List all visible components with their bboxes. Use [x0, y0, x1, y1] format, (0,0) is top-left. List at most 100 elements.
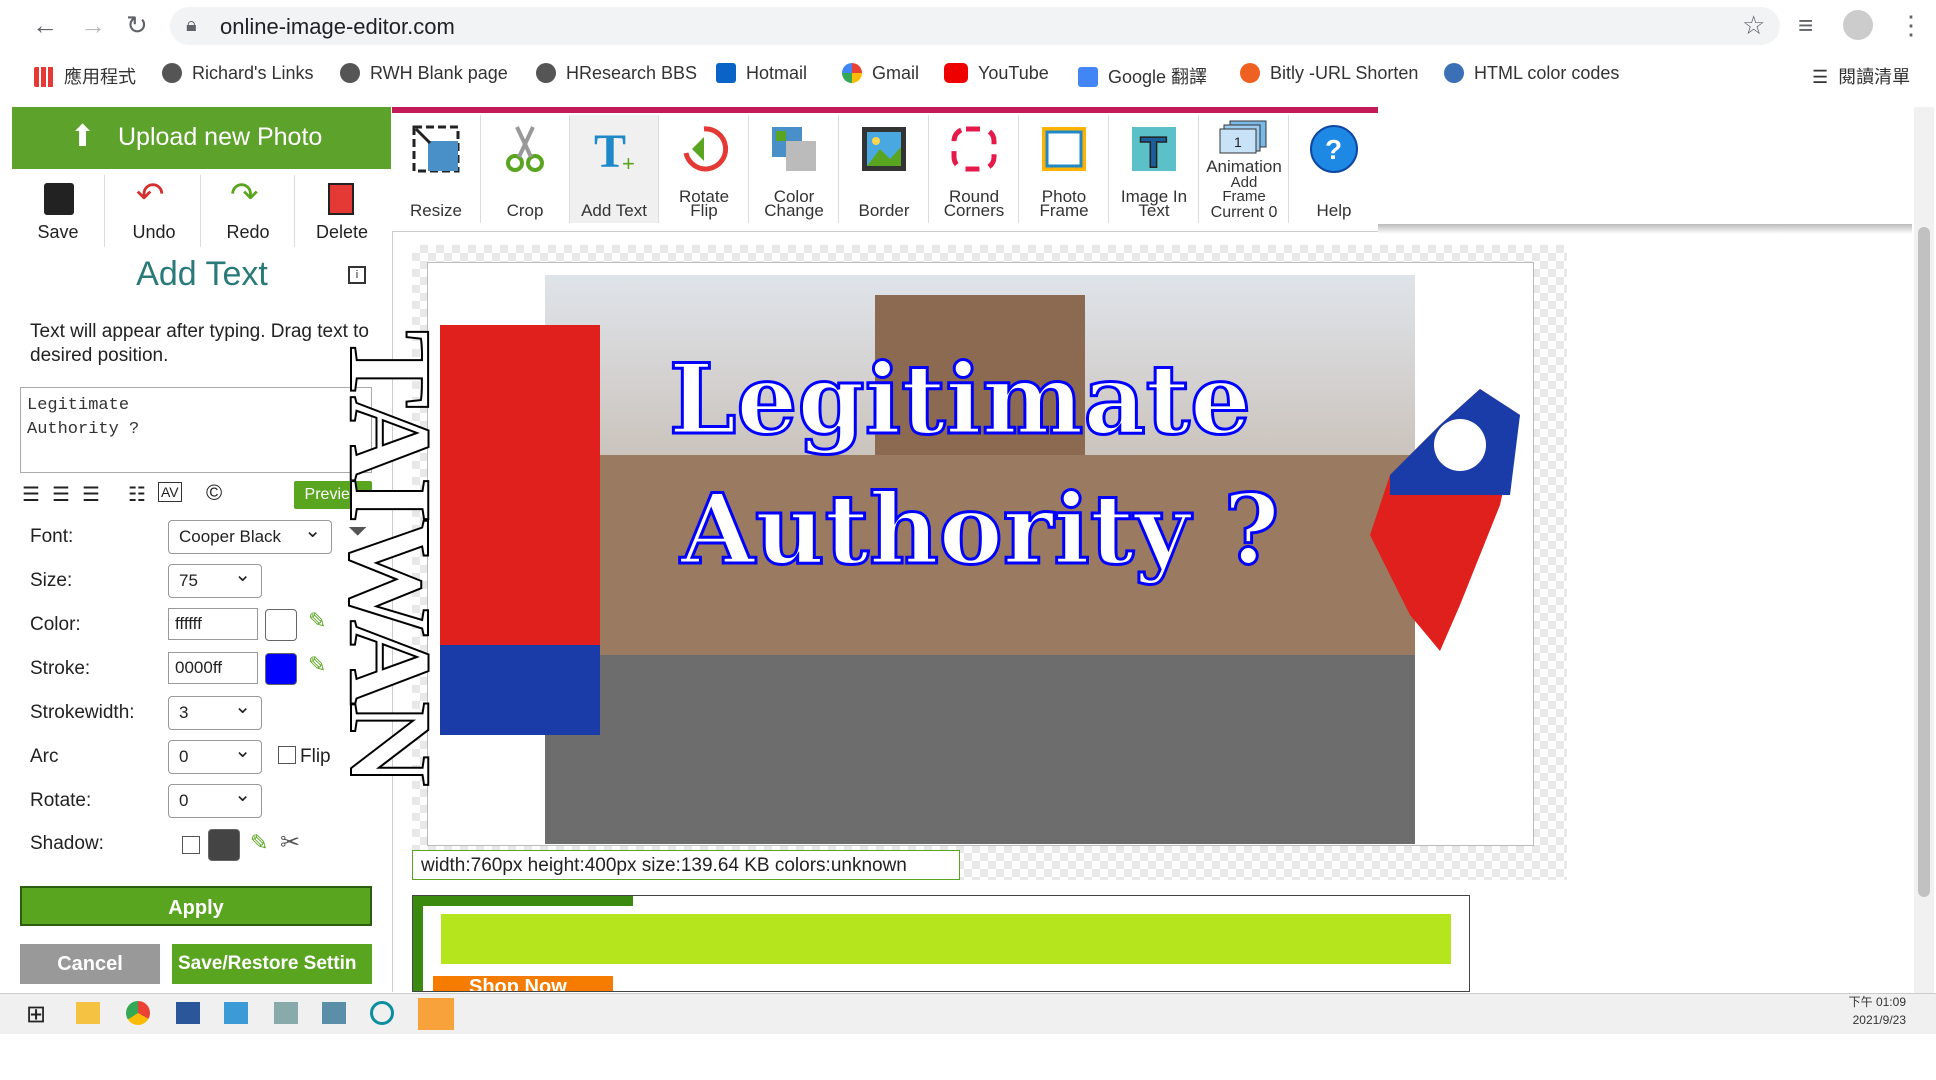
bookmark-rwh-blank[interactable]: RWH Blank page — [340, 63, 508, 84]
color-change-icon — [772, 127, 816, 171]
save-restore-settings-button[interactable]: Save/Restore Settin — [172, 944, 372, 984]
reading-list-button[interactable]: ☰ 閱讀清單 — [1812, 63, 1910, 89]
word-taskbar-icon[interactable] — [176, 1002, 200, 1024]
image-in-text-tool[interactable]: T Image In Text — [1110, 115, 1199, 223]
rotate-select[interactable]: 0 — [168, 779, 262, 818]
app-taskbar-icon[interactable] — [224, 1002, 248, 1024]
advertisement[interactable]: Shop Now — [412, 895, 1470, 992]
svg-text:?: ? — [1325, 134, 1342, 165]
shadow-label: Shadow: — [30, 833, 104, 854]
bookmark-label: Google 翻譯 — [1108, 67, 1208, 87]
edge-taskbar-icon[interactable] — [370, 1001, 394, 1025]
strokewidth-select[interactable]: 3 — [168, 691, 262, 730]
translate-icon — [1078, 67, 1098, 87]
bookmark-richards-links[interactable]: Richard's Links — [162, 63, 313, 84]
redo-button[interactable]: ↷ Redo — [202, 175, 295, 247]
animation-tool[interactable]: 1 Animation Add Frame Current 0 — [1200, 115, 1289, 223]
crop-tool[interactable]: Crop — [481, 115, 570, 223]
apply-button[interactable]: Apply — [20, 886, 372, 926]
app-taskbar-icon[interactable] — [274, 1002, 298, 1024]
add-text-tool[interactable]: T + Add Text — [570, 115, 659, 223]
file-explorer-icon[interactable] — [76, 1002, 100, 1024]
taiwan-side-text[interactable]: TAIWAN — [324, 329, 458, 930]
forward-arrow-icon[interactable]: → — [80, 10, 106, 41]
shadow-swatch[interactable] — [208, 829, 240, 861]
back-arrow-icon[interactable]: ← — [32, 10, 58, 41]
reload-icon[interactable]: ↻ — [126, 10, 148, 41]
arc-select[interactable]: 0 — [168, 735, 262, 774]
bookmark-youtube[interactable]: YouTube — [944, 63, 1049, 84]
round-corners-tool[interactable]: Round Corners — [930, 115, 1019, 223]
windows-start-icon[interactable]: ⊞ — [26, 1000, 46, 1029]
border-tool[interactable]: Border — [840, 115, 929, 223]
taskbar-clock[interactable]: 下午 01:09 2021/9/23 — [1849, 993, 1906, 1029]
clock-time: 下午 01:09 — [1848, 995, 1906, 1009]
outlook-icon — [716, 63, 736, 83]
eyedropper-icon[interactable]: ✎ — [308, 652, 326, 678]
resize-tool[interactable]: Resize — [392, 115, 481, 223]
url-text[interactable]: online-image-editor.com — [220, 14, 455, 40]
align-center-icon[interactable]: ☰ — [52, 482, 70, 507]
line-spacing-icon[interactable]: ☷ — [128, 482, 146, 507]
profile-avatar[interactable] — [1843, 10, 1873, 40]
shadow-checkbox[interactable] — [182, 836, 200, 854]
collapse-icon[interactable]: i — [348, 266, 366, 284]
text-input[interactable]: Legitimate Authority ? — [20, 387, 372, 473]
panel-title: Add Text — [136, 255, 268, 293]
frame-label: Frame — [1222, 188, 1266, 205]
overlay-text-line2[interactable]: Authority ? — [650, 478, 1310, 581]
size-select[interactable]: 75 — [168, 559, 262, 598]
image-info-bar: width:760px height:400px size:139.64 KB … — [412, 850, 960, 880]
apps-grid-icon — [34, 67, 54, 87]
upload-photo-button[interactable]: ⬆ Upload new Photo — [12, 107, 391, 169]
delete-button[interactable]: Delete — [296, 175, 388, 247]
svg-text:T: T — [1140, 128, 1167, 175]
color-change-tool[interactable]: Color Change — [750, 115, 839, 223]
scrollbar-thumb[interactable] — [1918, 227, 1930, 897]
bookmark-hotmail[interactable]: Hotmail — [716, 63, 807, 84]
app-taskbar-icon[interactable] — [322, 1002, 346, 1024]
tools-icon[interactable]: ✂ — [280, 828, 300, 857]
reading-list-label: 閱讀清單 — [1838, 67, 1911, 87]
bookmark-apps[interactable]: 應用程式 — [34, 63, 136, 89]
bookmark-gmail[interactable]: Gmail — [842, 63, 919, 84]
rotate-flip-tool[interactable]: Rotate Flip — [660, 115, 749, 223]
photo-frame-tool[interactable]: Photo Frame — [1020, 115, 1109, 223]
align-left-icon[interactable]: ☰ — [22, 482, 40, 507]
bookmark-label: HTML color codes — [1474, 63, 1620, 83]
bookmark-hresearch[interactable]: HResearch BBS — [536, 63, 697, 84]
line-taskbar-icon[interactable] — [418, 998, 454, 1030]
resize-label: Resize — [410, 201, 462, 220]
color-swatch[interactable] — [265, 609, 297, 641]
font-select[interactable]: Cooper Black — [168, 515, 332, 554]
cancel-button[interactable]: Cancel — [20, 944, 160, 984]
letter-spacing-icon[interactable]: AV — [158, 482, 182, 502]
taiwan-side-graphic — [440, 325, 600, 735]
strokewidth-label: Strokewidth: — [30, 702, 135, 723]
add-text-icon: T+ — [594, 125, 635, 175]
svg-text:1: 1 — [1234, 134, 1242, 150]
reading-list-icon[interactable]: ≡ — [1798, 10, 1813, 41]
eyedropper-icon[interactable]: ✎ — [250, 830, 268, 856]
delete-label: Delete — [315, 222, 369, 242]
overlay-text-line1[interactable]: Legitimate — [650, 348, 1270, 451]
bookmark-bitly[interactable]: Bitly -URL Shorten — [1240, 63, 1418, 84]
bookmark-html-colors[interactable]: HTML color codes — [1444, 63, 1619, 84]
color-input[interactable]: ffffff — [168, 608, 258, 640]
save-button[interactable]: Save — [12, 175, 105, 247]
help-tool[interactable]: ? Help — [1290, 115, 1378, 223]
align-right-icon[interactable]: ☰ — [82, 482, 100, 507]
star-icon[interactable]: ☆ — [1742, 10, 1765, 41]
flip-checkbox[interactable] — [278, 746, 296, 764]
eyedropper-icon[interactable]: ✎ — [308, 608, 326, 634]
copyright-icon[interactable]: © — [206, 480, 222, 506]
page-scrollbar[interactable] — [1914, 107, 1934, 993]
menu-dots-icon[interactable]: ⋮ — [1898, 10, 1924, 41]
current-frame-label: Current 0 — [1210, 204, 1278, 221]
bookmark-google-translate[interactable]: Google 翻譯 — [1078, 63, 1207, 89]
stroke-input[interactable]: 0000ff — [168, 652, 258, 684]
chrome-taskbar-icon[interactable] — [126, 1001, 150, 1025]
undo-button[interactable]: ↶ Undo — [108, 175, 201, 247]
shop-now-button[interactable]: Shop Now — [433, 976, 613, 991]
stroke-swatch[interactable] — [265, 653, 297, 685]
